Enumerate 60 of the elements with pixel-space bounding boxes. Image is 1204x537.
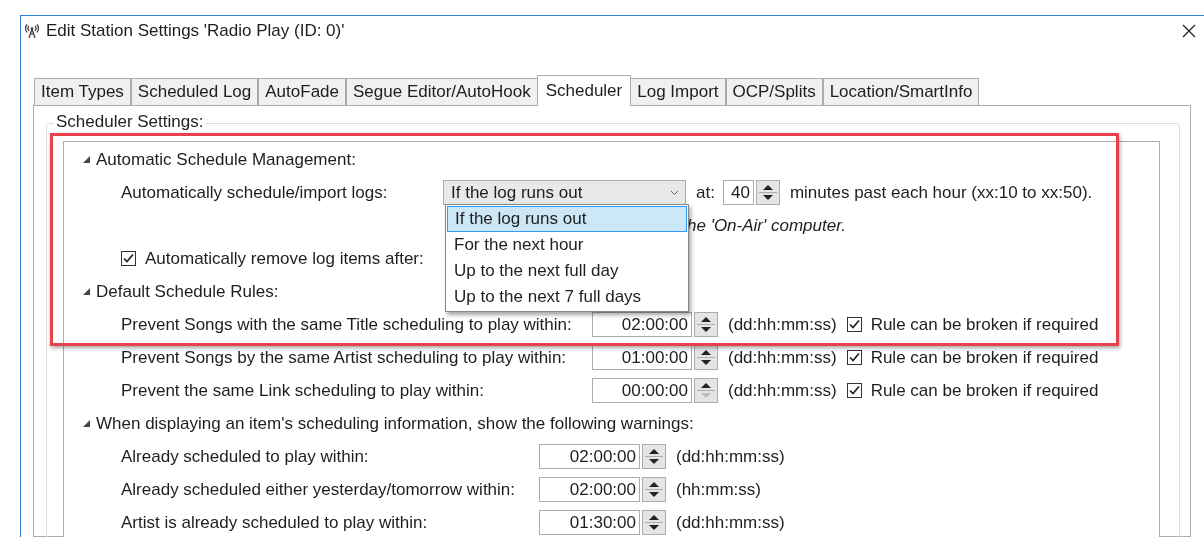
spin-buttons[interactable]	[642, 477, 666, 502]
row-label: Artist is already scheduled to play within:	[121, 511, 429, 534]
chevron-down-icon	[670, 189, 679, 196]
expander-triangle-icon[interactable]	[81, 287, 91, 296]
section-heading: Automatic Schedule Management:	[96, 148, 356, 171]
section-heading: Default Schedule Rules:	[96, 280, 279, 303]
close-icon	[1182, 24, 1196, 38]
tab[interactable]: Scheduled Log	[130, 78, 259, 105]
window-title: Edit Station Settings 'Radio Play (ID: 0)'	[46, 20, 345, 43]
spin-buttons[interactable]	[694, 345, 718, 370]
checkbox-label: Rule can be broken if required	[870, 313, 1099, 336]
unit-label: (hh:mm:ss)	[676, 478, 761, 501]
spin-buttons[interactable]	[755, 180, 780, 205]
dropdown-option[interactable]: For the next hour	[446, 232, 688, 258]
expander-triangle-icon[interactable]	[81, 419, 91, 428]
dropdown-box[interactable]: If the log runs out	[443, 180, 686, 205]
time-field[interactable]: 01:00:00	[592, 345, 692, 370]
checkbox[interactable]	[846, 317, 862, 332]
group-title: Scheduler Settings:	[54, 112, 206, 132]
time-field[interactable]: 01:30:00	[539, 510, 640, 535]
at-label: at:	[696, 181, 715, 204]
spin-buttons[interactable]	[642, 510, 666, 535]
row-label: Prevent the same Link scheduling to play within:	[121, 379, 485, 402]
row-label: Automatically schedule/import logs:	[121, 181, 389, 204]
minutes-label: minutes past each hour (xx:10 to xx:50).	[789, 181, 1093, 204]
unit-label: (dd:hh:mm:ss)	[728, 313, 837, 336]
spin-buttons[interactable]	[694, 312, 718, 337]
checkbox[interactable]	[846, 350, 862, 365]
unit-label: (dd:hh:mm:ss)	[728, 346, 837, 369]
row-label: Already scheduled either yesterday/tomorrow within:	[121, 478, 517, 501]
dropdown-option[interactable]: If the log runs out	[447, 206, 687, 232]
time-field[interactable]: 40	[722, 180, 754, 205]
row-label: Prevent Songs with the same Title scheduling to play within:	[121, 313, 573, 336]
section-heading: When displaying an item's scheduling information, show the following warnings:	[96, 412, 694, 435]
unit-label: (dd:hh:mm:ss)	[728, 379, 837, 402]
unit-label: (dd:hh:mm:ss)	[676, 511, 785, 534]
tab[interactable]: AutoFade	[258, 78, 346, 105]
checkbox[interactable]	[846, 383, 862, 398]
row-label: Already scheduled to play within:	[121, 445, 370, 468]
dropdown-option[interactable]: Up to the next full day	[446, 258, 688, 284]
tab[interactable]: Log Import	[630, 78, 726, 105]
checkbox-label: Rule can be broken if required	[870, 379, 1099, 402]
checkbox[interactable]	[121, 251, 136, 266]
tab[interactable]: OCP/Splits	[725, 78, 823, 105]
time-field[interactable]: 02:00:00	[539, 444, 640, 469]
time-field[interactable]: 02:00:00	[539, 477, 640, 502]
tab[interactable]: Scheduler	[536, 75, 632, 106]
expander-triangle-icon[interactable]	[81, 155, 91, 164]
spin-buttons[interactable]	[642, 444, 666, 469]
row-label: Prevent Songs by the same Artist scheduling to play within:	[121, 346, 568, 369]
unit-label: (dd:hh:mm:ss)	[676, 445, 785, 468]
time-field[interactable]: 00:00:00	[592, 378, 692, 403]
checkbox-label: Automatically remove log items after:	[145, 247, 424, 270]
time-field[interactable]: 02:00:00	[592, 312, 692, 337]
tab[interactable]: Item Types	[34, 78, 131, 105]
tab[interactable]: Segue Editor/AutoHook	[346, 78, 538, 105]
dropdown-option[interactable]: Up to the next 7 full days	[446, 284, 688, 310]
checkbox-label: Rule can be broken if required	[870, 346, 1099, 369]
tab[interactable]: Location/SmartInfo	[822, 78, 980, 105]
antenna-icon	[24, 23, 40, 39]
